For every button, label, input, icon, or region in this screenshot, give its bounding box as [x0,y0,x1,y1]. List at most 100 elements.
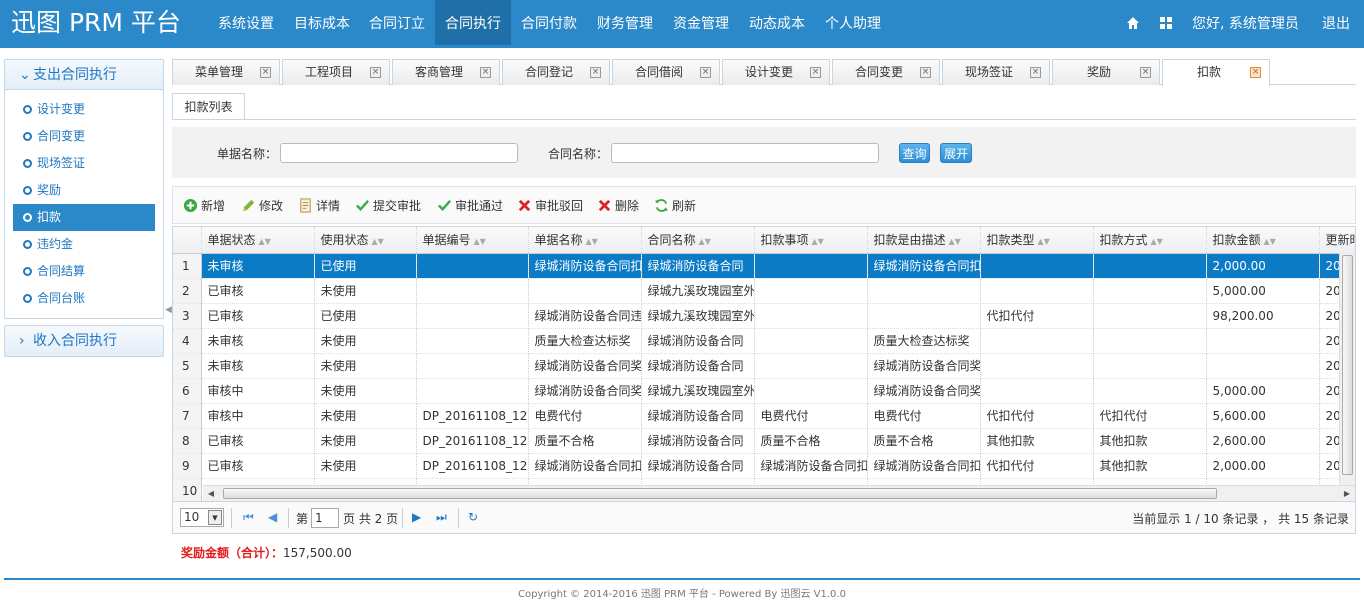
nav-item-contract-signing[interactable]: 合同订立 [360,0,434,45]
tab-reward[interactable]: 奖励 × [1052,59,1160,85]
col-header[interactable]: 使用状态 ▲▼ [314,227,417,254]
table-row[interactable]: 7 审核中 未使用 DP_20161108_128 电费代付 绿城消防设备合同 电费代付 电费… [173,403,1355,429]
sidebar-item-site-visa[interactable]: 现场签证 [13,150,155,177]
tab-contract-register[interactable]: 合同登记 × [502,59,610,85]
grid-apps-icon[interactable] [1159,16,1173,30]
table-row[interactable]: 5 未审核 未使用 绿城消防设备合同奖 绿城消防设备合同 绿城消防设备合同奖 20 [173,353,1355,379]
doc-name-input[interactable] [280,143,518,163]
col-header[interactable]: 扣款金额 ▲▼ [1206,227,1320,254]
nav-item-contract-execution[interactable]: 合同执行 [435,0,511,45]
approve-button[interactable]: 审批通过 [437,196,503,216]
sidebar-group-header-expense[interactable]: ⌄ 支出合同执行 [5,60,163,90]
sidebar-group-header-income[interactable]: › 收入合同执行 [5,326,163,356]
reject-button[interactable]: 审批驳回 [517,196,583,216]
table-cell [416,303,529,329]
table-row[interactable]: 1 未审核 已使用 绿城消防设备合同扣 绿城消防设备合同 绿城消防设备合同扣 2,000.0… [173,253,1355,279]
vertical-scrollbar[interactable] [1339,253,1355,485]
edit-button[interactable]: 修改 [241,196,283,216]
first-page-icon[interactable]: ⏮ [243,510,254,525]
scroll-thumb[interactable] [223,488,1217,499]
table-cell: 电费代付 [528,403,642,429]
chevron-down-icon[interactable]: ▼ [208,510,222,525]
sidebar-item-design-change[interactable]: 设计变更 [13,96,155,123]
tab-merchants[interactable]: 客商管理 × [392,59,500,85]
table-row[interactable]: 3 已审核 已使用 绿城消防设备合同违 绿城九溪玫瑰园室外 代扣代付 98,200.00 20 [173,303,1355,329]
close-icon[interactable]: × [1140,67,1151,78]
nav-item-system-settings[interactable]: 系统设置 [209,0,283,45]
close-icon[interactable]: × [480,67,491,78]
close-icon[interactable]: × [700,67,711,78]
table-cell: 2,000.00 [1206,253,1320,279]
close-icon[interactable]: × [1250,67,1261,78]
table-row[interactable]: 8 已审核 未使用 DP_20161108_128 质量不合格 绿城消防设备合同 质量不合格… [173,428,1355,454]
col-header[interactable]: 单据状态 ▲▼ [201,227,315,254]
table-cell: 审核中 [201,378,315,404]
col-header[interactable]: 单据编号 ▲▼ [416,227,529,254]
col-header[interactable]: 更新时 [1319,227,1355,254]
delete-button[interactable]: 删除 [597,196,639,216]
tab-projects[interactable]: 工程项目 × [282,59,390,85]
close-icon[interactable]: × [920,67,931,78]
table-cell: 5,000.00 [1206,378,1320,404]
sidebar-item-reward[interactable]: 奖励 [13,177,155,204]
app-logo[interactable]: 迅图 PRM 平台 [11,6,181,40]
expand-button[interactable]: 展开 [940,143,972,163]
refresh-button[interactable]: 刷新 [654,196,696,216]
table-cell: 电费代付 [754,403,868,429]
table-row[interactable]: 9 已审核 未使用 DP_20161108_128 绿城消防设备合同扣 绿城消防设备合同绿… [173,453,1355,479]
sidebar-item-penalty[interactable]: 违约金 [13,231,155,258]
submit-approval-button[interactable]: 提交审批 [355,196,421,216]
tab-contract-change[interactable]: 合同变更 × [832,59,940,85]
tab-menu-management[interactable]: 菜单管理 × [172,59,280,85]
close-icon[interactable]: × [590,67,601,78]
sidebar-collapse-handle[interactable]: ◀ [165,305,172,321]
col-header[interactable]: 扣款方式 ▲▼ [1093,227,1207,254]
close-icon[interactable]: × [810,67,821,78]
nav-item-finance[interactable]: 财务管理 [588,0,662,45]
contract-name-input[interactable] [611,143,879,163]
tab-design-change[interactable]: 设计变更 × [722,59,830,85]
prev-page-icon[interactable]: ◀ [268,510,277,524]
sidebar-item-deduction[interactable]: 扣款 [13,204,155,231]
col-header[interactable]: 单据名称 ▲▼ [528,227,642,254]
nav-item-target-cost[interactable]: 目标成本 [285,0,359,45]
sidebar-item-contract-change[interactable]: 合同变更 [13,123,155,150]
col-header[interactable]: 扣款事项 ▲▼ [754,227,868,254]
sidebar-item-ledger[interactable]: 合同台账 [13,285,155,312]
reload-icon[interactable]: ↻ [468,510,478,524]
page-size-select[interactable]: 10 ▼ [180,508,224,527]
table-row[interactable]: 2 已审核 未使用 绿城九溪玫瑰园室外 5,000.00 20 [173,278,1355,304]
sidebar-item-settlement[interactable]: 合同结算 [13,258,155,285]
nav-item-dynamic-cost[interactable]: 动态成本 [740,0,814,45]
close-icon[interactable]: × [370,67,381,78]
col-header[interactable]: 合同名称 ▲▼ [641,227,755,254]
table-cell [416,378,529,404]
table-row[interactable]: 4 未审核 未使用 质量大检查达标奖 绿城消防设备合同 质量大检查达标奖 20 [173,328,1355,354]
nav-item-funds[interactable]: 资金管理 [664,0,738,45]
table-cell [416,278,529,304]
subtab-deduction-list[interactable]: 扣款列表 [172,93,245,119]
home-icon[interactable] [1126,16,1140,30]
col-header[interactable]: 扣款是由描述 ▲▼ [867,227,981,254]
table-row[interactable]: 6 审核中 未使用 绿城消防设备合同奖 绿城九溪玫瑰园室外 绿城消防设备合同奖 5,000.… [173,378,1355,404]
last-page-icon[interactable]: ⏭ [436,510,447,525]
close-icon[interactable]: × [260,67,271,78]
page-number-input[interactable]: 1 [311,508,339,528]
tab-site-visa[interactable]: 现场签证 × [942,59,1050,85]
tab-contract-borrow[interactable]: 合同借阅 × [612,59,720,85]
scroll-thumb[interactable] [1342,255,1353,475]
close-icon[interactable]: × [1030,67,1041,78]
query-button[interactable]: 查询 [899,143,930,163]
detail-button[interactable]: 详情 [298,196,340,216]
user-greeting[interactable]: 您好, 系统管理员 [1192,0,1299,48]
next-page-icon[interactable]: ▶ [412,510,421,524]
horizontal-scrollbar[interactable]: ◀ ▶ [203,485,1355,501]
add-button[interactable]: 新增 [183,196,225,216]
scroll-left-icon[interactable]: ◀ [205,487,217,501]
col-header[interactable]: 扣款类型 ▲▼ [980,227,1094,254]
nav-item-contract-payment[interactable]: 合同付款 [512,0,586,45]
logout-link[interactable]: 退出 [1322,0,1350,48]
tab-deduction[interactable]: 扣款 × [1162,59,1270,86]
scroll-right-icon[interactable]: ▶ [1341,487,1353,501]
nav-item-personal-assistant[interactable]: 个人助理 [816,0,890,45]
